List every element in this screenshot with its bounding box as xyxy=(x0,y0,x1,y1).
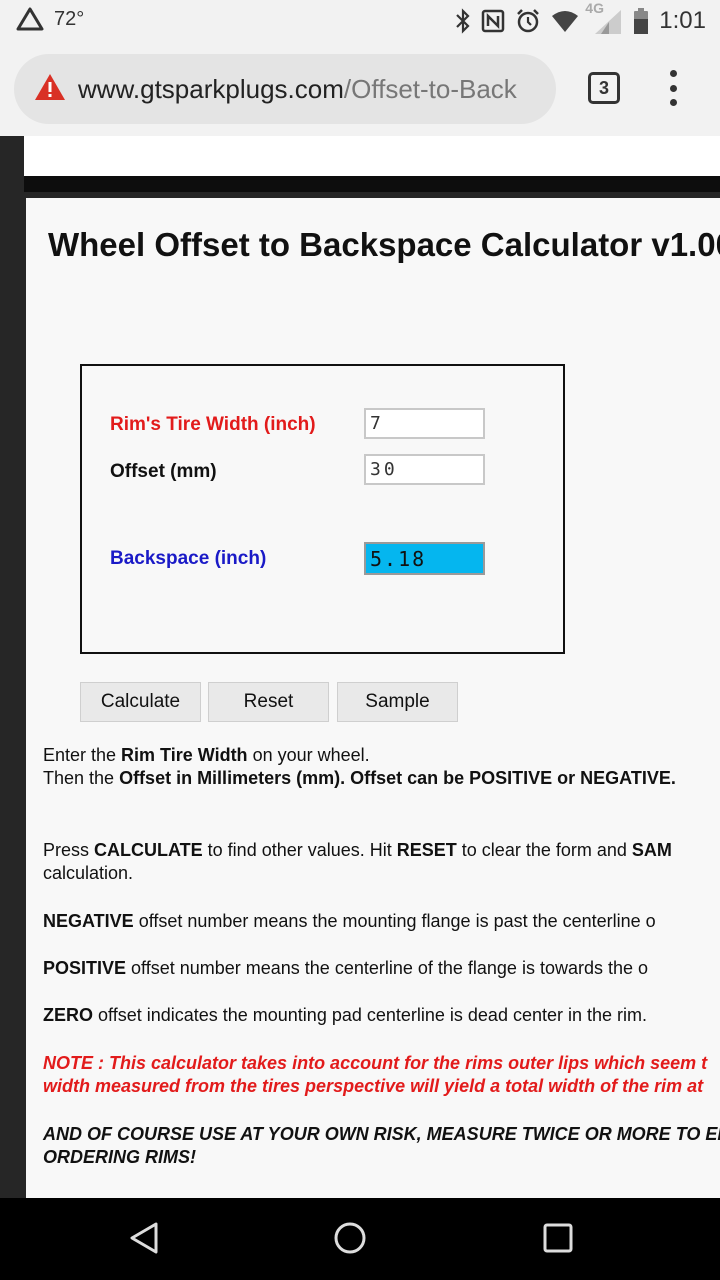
offset-emphasis: Offset in Millimeters (mm). Offset can b… xyxy=(119,768,676,788)
text-span: offset indicates the mounting pad center… xyxy=(93,1005,648,1025)
sample-button[interactable]: Sample xyxy=(337,682,458,722)
back-icon[interactable] xyxy=(126,1220,162,1261)
page-title: Wheel Offset to Backspace Calculator v1.… xyxy=(48,226,720,263)
text-span: to find other values. Hit xyxy=(202,840,397,860)
risk-line-2: ORDERING RIMS! xyxy=(43,1147,196,1167)
zero-emphasis: ZERO xyxy=(43,1005,94,1025)
instruction-line-1: Enter the Rim Tire Width on your wheel. xyxy=(43,744,370,767)
site-logo-fragment xyxy=(498,136,698,144)
url-host: www.gtsparkplugs.com xyxy=(78,73,344,104)
positive-emphasis: POSITIVE xyxy=(43,958,127,978)
offset-input[interactable] xyxy=(364,454,485,485)
warning-triangle-icon xyxy=(16,6,44,32)
home-icon[interactable] xyxy=(332,1220,368,1261)
recents-icon[interactable] xyxy=(540,1220,576,1261)
calculator-form: Rim's Tire Width (inch) Offset (mm) Back… xyxy=(80,364,565,654)
backspace-output[interactable] xyxy=(364,542,485,575)
android-nav-bar xyxy=(0,1198,720,1280)
site-header xyxy=(24,136,720,176)
temperature-text: 72° xyxy=(54,7,85,30)
url-text: www.gtsparkplugs.com/Offset-to-Back xyxy=(78,74,517,105)
url-path: /Offset-to-Back xyxy=(343,73,517,104)
text-span: Enter the xyxy=(43,745,122,765)
negative-emphasis: NEGATIVE xyxy=(43,911,134,931)
status-bar: 72° 4G 1:01 xyxy=(0,0,720,44)
note-line-1: NOTE : This calculator takes into accoun… xyxy=(43,1053,708,1073)
positive-offset-text: POSITIVE offset number means the centerl… xyxy=(43,957,648,980)
more-options-icon[interactable] xyxy=(664,70,682,106)
signal-icon: 4G xyxy=(585,0,623,36)
sample-emphasis: SAM xyxy=(631,840,672,860)
offset-label: Offset (mm) xyxy=(110,461,217,482)
text-span: Press xyxy=(43,840,95,860)
backspace-label: Backspace (inch) xyxy=(110,548,267,569)
nfc-icon xyxy=(481,9,505,33)
address-bar[interactable]: www.gtsparkplugs.com/Offset-to-Back xyxy=(14,54,556,124)
rim-width-label: Rim's Tire Width (inch) xyxy=(110,414,316,435)
instruction-line-2: Then the Offset in Millimeters (mm). Off… xyxy=(43,767,676,790)
web-page: Wheel Offset to Backspace Calculator v1.… xyxy=(0,136,720,1198)
not-secure-warning-icon[interactable] xyxy=(34,73,66,106)
text-span: to clear the form and xyxy=(456,840,632,860)
text-span: offset number means the mounting flange … xyxy=(133,911,656,931)
header-divider xyxy=(24,176,720,192)
calculate-emphasis: CALCULATE xyxy=(94,840,203,860)
note-line-2: width measured from the tires perspectiv… xyxy=(43,1076,704,1096)
tab-switcher-button[interactable]: 3 xyxy=(588,72,620,104)
browser-toolbar: www.gtsparkplugs.com/Offset-to-Back 3 xyxy=(0,44,720,136)
text-span: Then the xyxy=(43,768,120,788)
main-content: Wheel Offset to Backspace Calculator v1.… xyxy=(26,198,720,1198)
clock-text: 1:01 xyxy=(659,7,706,34)
text-span: offset number means the centerline of th… xyxy=(126,958,649,978)
rim-tire-width-emphasis: Rim Tire Width xyxy=(121,745,248,765)
calculate-button[interactable]: Calculate xyxy=(80,682,201,722)
reset-emphasis: RESET xyxy=(396,840,457,860)
risk-line-1: AND OF COURSE USE AT YOUR OWN RISK, MEAS… xyxy=(43,1124,720,1144)
zero-offset-text: ZERO offset indicates the mounting pad c… xyxy=(43,1004,647,1027)
press-instructions-cont: calculation. xyxy=(43,863,134,883)
bluetooth-icon xyxy=(455,7,471,35)
wifi-icon xyxy=(551,9,579,33)
alarm-icon xyxy=(515,8,541,34)
network-type-text: 4G xyxy=(585,0,604,16)
negative-offset-text: NEGATIVE offset number means the mountin… xyxy=(43,910,656,933)
battery-icon xyxy=(633,7,649,35)
text-span: on your wheel. xyxy=(247,745,370,765)
press-instructions: Press CALCULATE to find other values. Hi… xyxy=(43,839,672,862)
reset-button[interactable]: Reset xyxy=(208,682,329,722)
rim-width-input[interactable] xyxy=(364,408,485,439)
